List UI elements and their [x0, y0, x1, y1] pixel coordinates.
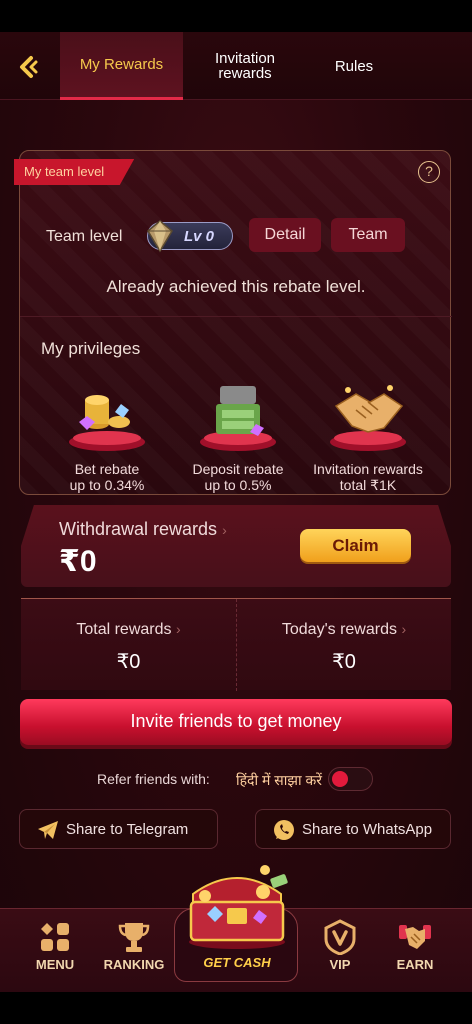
nav-vip[interactable]: VIP [300, 909, 380, 992]
refer-label: Refer friends with: [97, 771, 210, 787]
hindi-share-label: हिंदी में साझा करें [236, 772, 322, 788]
share-telegram-button[interactable]: Share to Telegram [19, 809, 218, 849]
claim-button[interactable]: Claim [300, 529, 411, 562]
nav-get-cash-label: GET CASH [203, 955, 271, 970]
team-level-card: My team level ? Team level Lv 0 Detail T… [14, 150, 452, 517]
todays-rewards-value: ₹0 [332, 651, 356, 673]
todays-rewards-label: Today's rewards [281, 621, 397, 638]
treasure-chest-icon[interactable] [175, 862, 299, 952]
chevron-right-icon: › [401, 621, 407, 637]
app-screen: My Rewards Invitation rewards Rules My t… [0, 32, 472, 992]
level-gem-icon [147, 220, 173, 253]
rewards-summary: Total rewards › ₹0 Today's rewards › ₹0 [21, 598, 451, 691]
team-button[interactable]: Team [331, 218, 405, 252]
cash-chest-icon [200, 386, 276, 451]
menu-grid-icon [41, 923, 69, 951]
level-value: Lv 0 [184, 228, 215, 245]
tab-invitation-rewards[interactable]: Invitation rewards [196, 32, 294, 100]
nav-ranking[interactable]: RANKING [94, 909, 174, 992]
nav-ranking-label: RANKING [103, 957, 165, 972]
nav-earn-label: EARN [396, 957, 434, 972]
privilege-value: total ₹1K [339, 477, 397, 493]
nav-menu[interactable]: MENU [15, 909, 95, 992]
level-badge: Lv 0 [147, 220, 233, 253]
withdrawal-amount: ₹0 [59, 545, 97, 578]
nav-menu-label: MENU [35, 957, 75, 972]
vip-shield-icon [324, 919, 356, 955]
privilege-item: Deposit rebate up to 0.5% [178, 366, 298, 493]
share-whatsapp-button[interactable]: Share to WhatsApp [255, 809, 451, 849]
nav-earn[interactable]: EARN [375, 909, 455, 992]
total-rewards-value: ₹0 [116, 651, 141, 673]
share-telegram-label: Share to Telegram [66, 821, 189, 838]
whatsapp-icon [274, 820, 294, 840]
team-level-label: Team level [46, 228, 123, 245]
privilege-value: up to 0.5% [204, 477, 272, 493]
privilege-name: Deposit rebate [192, 461, 284, 477]
toggle-knob [332, 771, 348, 787]
privileges-title: My privileges [41, 339, 141, 358]
total-rewards[interactable]: Total rewards › ₹0 [21, 599, 236, 691]
rebate-status-text: Already achieved this rebate level. [106, 277, 366, 296]
withdrawal-label[interactable]: Withdrawal rewards › [59, 519, 227, 540]
privilege-name: Bet rebate [74, 461, 140, 477]
invite-friends-button[interactable]: Invite friends to get money [20, 699, 452, 745]
chevron-right-icon: › [222, 522, 227, 538]
todays-rewards[interactable]: Today's rewards › ₹0 [236, 599, 451, 691]
trophy-icon [118, 923, 150, 952]
tab-my-rewards[interactable]: My Rewards [60, 32, 183, 100]
detail-button[interactable]: Detail [249, 218, 321, 252]
privilege-item: Invitation rewards total ₹1K [308, 366, 428, 493]
total-rewards-label: Total rewards [76, 621, 172, 638]
privilege-value: up to 0.34% [69, 477, 145, 493]
top-tab-bar: My Rewards Invitation rewards Rules [0, 32, 472, 100]
refer-row: Refer friends with: हिंदी में साझा करें [0, 767, 472, 793]
privilege-name: Invitation rewards [313, 461, 423, 477]
handshake-icon [399, 925, 431, 949]
handshake-icon [330, 385, 406, 451]
back-arrow-icon[interactable] [14, 52, 44, 82]
share-whatsapp-label: Share to WhatsApp [302, 821, 433, 838]
chevron-right-icon: › [175, 621, 181, 637]
withdrawal-rewards-card: Withdrawal rewards › ₹0 Claim [21, 505, 451, 587]
tab-rules[interactable]: Rules [310, 32, 398, 100]
privilege-item: Bet rebate up to 0.34% [47, 366, 167, 493]
divider [20, 316, 452, 317]
hindi-share-toggle[interactable] [328, 767, 373, 791]
team-level-ribbon: My team level [14, 159, 135, 185]
coins-icon [69, 395, 145, 451]
nav-vip-label: VIP [329, 957, 351, 972]
help-icon[interactable]: ? [418, 161, 440, 183]
telegram-icon [38, 821, 58, 839]
